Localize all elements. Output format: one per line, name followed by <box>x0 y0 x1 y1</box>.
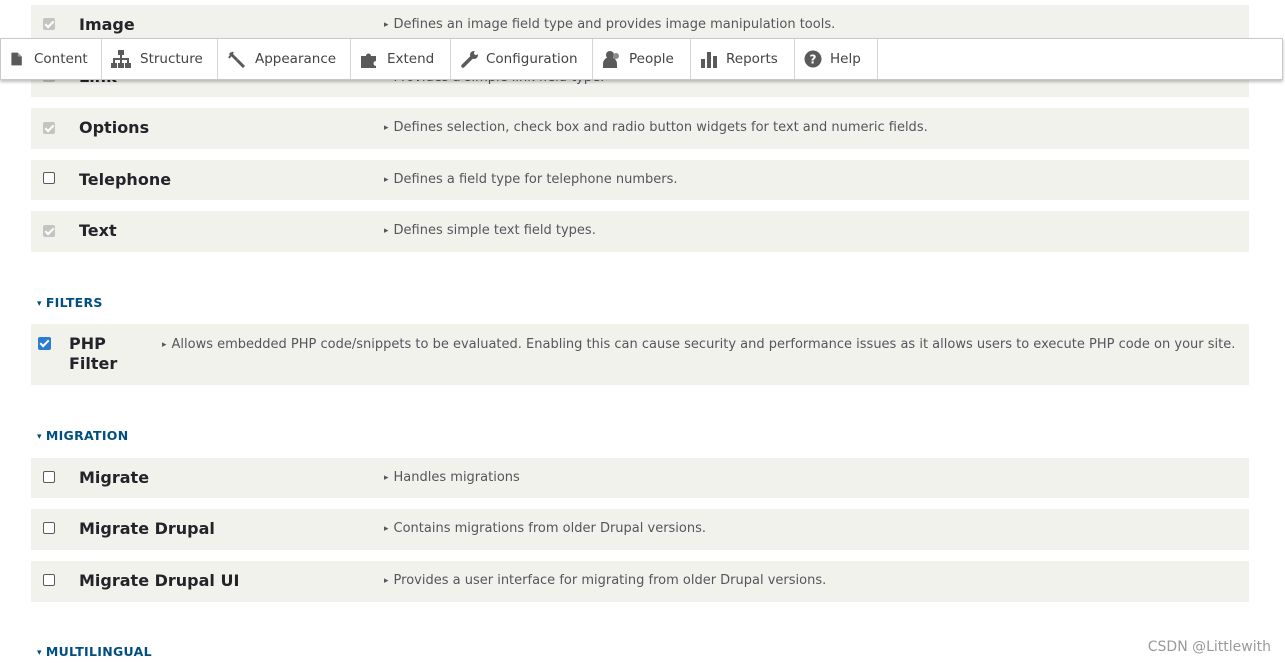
module-name: Migrate Drupal <box>79 519 215 538</box>
module-row-php-filter: PHP Filter ▸ Allows embedded PHP code/sni… <box>31 324 1249 385</box>
watermark: CSDN @Littlewith <box>1147 639 1271 655</box>
content-icon <box>11 52 22 66</box>
module-name: Options <box>79 118 150 137</box>
toolbar-item-content[interactable]: Content <box>1 39 102 79</box>
toolbar-label: Extend <box>387 51 435 67</box>
module-description: Provides a user interface for migrating … <box>393 573 827 588</box>
toolbar-item-help[interactable]: ? Help <box>795 39 878 79</box>
svg-text:?: ? <box>810 53 817 67</box>
toolbar-item-configuration[interactable]: Configuration <box>451 39 593 79</box>
module-row-text: Text ▸ Defines simple text field types. <box>31 211 1249 252</box>
module-row-migrate-drupal: Migrate Drupal ▸ Contains migrations from… <box>31 509 1249 550</box>
module-description-toggle[interactable]: ▸ Handles migrations <box>384 470 520 485</box>
toolbar-label: Appearance <box>255 51 337 67</box>
module-description-toggle[interactable]: ▸ Defines selection, check box and radio … <box>384 120 928 135</box>
caret-down-icon: ▾ <box>37 648 42 658</box>
module-name: Migrate Drupal UI <box>79 571 240 590</box>
help-icon: ? <box>804 50 822 68</box>
extend-icon <box>361 53 376 68</box>
section-title: MIGRATION <box>45 428 129 443</box>
reports-icon <box>701 52 717 68</box>
module-description-toggle[interactable]: ▸ Defines a field type for telephone numb… <box>384 172 678 187</box>
module-description: Contains migrations from older Drupal ve… <box>393 521 707 536</box>
module-row-telephone: Telephone ▸ Defines a field type for tele… <box>31 160 1249 200</box>
section-title: FILTERS <box>45 295 103 310</box>
structure-icon <box>111 50 131 68</box>
module-description-toggle[interactable]: ▸ Contains migrations from older Drupal v… <box>384 521 706 536</box>
module-name: Migrate <box>79 468 150 487</box>
admin-toolbar: Content Structure Appearance Extend Conf… <box>0 38 1283 80</box>
section-toggle-filters[interactable]: ▾ FILTERS <box>37 295 103 310</box>
module-name: Text <box>79 221 117 240</box>
module-description: Defines simple text field types. <box>393 223 596 238</box>
module-name-line2: Filter <box>69 354 118 373</box>
people-icon <box>603 51 619 68</box>
toolbar-label: Configuration <box>486 51 578 67</box>
section-toggle-migration[interactable]: ▾ MIGRATION <box>37 428 128 443</box>
toolbar-item-extend[interactable]: Extend <box>351 39 451 79</box>
toolbar-item-reports[interactable]: Reports <box>691 39 795 79</box>
section-title: MULTILINGUAL <box>45 644 152 659</box>
toolbar-label: Help <box>830 51 861 67</box>
module-name: Image <box>79 15 135 34</box>
section-toggle-multilingual[interactable]: ▾ MULTILINGUAL <box>37 644 152 659</box>
module-checkbox-migrate-drupal[interactable] <box>43 522 55 534</box>
caret-down-icon: ▾ <box>37 432 42 442</box>
module-checkbox-migrate[interactable] <box>43 471 55 483</box>
wrench-icon <box>461 51 478 68</box>
module-description-toggle[interactable]: ▸ Provides a user interface for migrating… <box>384 573 826 588</box>
module-row-migrate: Migrate ▸ Handles migrations <box>31 458 1249 498</box>
caret-down-icon: ▾ <box>37 299 42 309</box>
module-description-toggle[interactable]: ▸ Allows embedded PHP code/snippets to be… <box>162 337 1235 352</box>
module-row-migrate-drupal-ui: Migrate Drupal UI ▸ Provides a user inter… <box>31 561 1249 602</box>
toolbar-item-people[interactable]: People <box>593 39 691 79</box>
module-checkbox-image <box>43 18 55 30</box>
module-description-toggle[interactable]: ▸ Defines an image field type and provide… <box>384 17 835 32</box>
module-row-options: Options ▸ Defines selection, check box an… <box>31 108 1249 149</box>
module-description: Defines selection, check box and radio b… <box>393 120 928 135</box>
module-description: Defines a field type for telephone numbe… <box>393 172 678 187</box>
module-checkbox-text <box>43 225 55 237</box>
module-checkbox-telephone[interactable] <box>43 172 55 184</box>
toolbar-label: Content <box>34 51 88 67</box>
module-checkbox-options <box>43 122 55 134</box>
toolbar-item-structure[interactable]: Structure <box>102 39 218 79</box>
module-description: Allows embedded PHP code/snippets to be … <box>171 337 1236 352</box>
toolbar-label: People <box>629 51 674 67</box>
module-checkbox-php-filter[interactable] <box>38 337 51 350</box>
appearance-icon <box>228 51 246 68</box>
module-description-toggle[interactable]: ▸ Defines simple text field types. <box>384 223 596 238</box>
toolbar-label: Reports <box>726 51 778 67</box>
module-name: Telephone <box>79 170 172 189</box>
toolbar-item-appearance[interactable]: Appearance <box>218 39 351 79</box>
module-name-line1: PHP <box>69 334 106 353</box>
module-checkbox-migrate-drupal-ui[interactable] <box>43 574 55 586</box>
module-description: Defines an image field type and provides… <box>393 17 836 32</box>
toolbar-label: Structure <box>140 51 203 67</box>
module-description: Handles migrations <box>393 470 520 485</box>
